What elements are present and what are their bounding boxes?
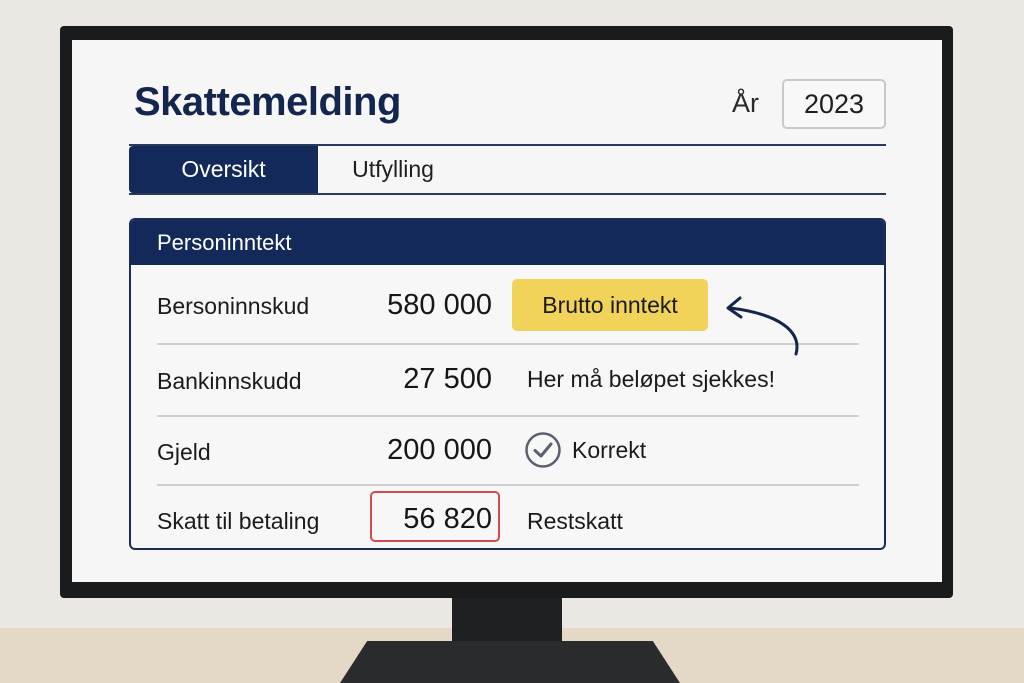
brutto-inntekt-badge: Brutto inntekt [512, 279, 708, 331]
row-note: Korrekt [572, 437, 647, 463]
curved-arrow-icon [726, 296, 799, 356]
page-title: Skattemelding [134, 80, 401, 124]
income-card: Personinntekt Bersoninnskud 580 000 Brut… [129, 218, 886, 550]
row-label: Skatt til betaling [157, 508, 320, 534]
card-title: Personinntekt [131, 220, 884, 265]
screen: Skattemelding År 2023 Oversikt Utfylling… [72, 40, 942, 582]
tab-bar: Oversikt Utfylling [129, 144, 886, 195]
row-value: 580 000 [387, 289, 492, 321]
tab-oversikt[interactable]: Oversikt [129, 146, 318, 193]
amount-highlight-box [370, 491, 500, 542]
row-value: 200 000 [387, 434, 492, 466]
row-label: Bersoninnskud [157, 293, 310, 319]
check-circle-icon [525, 432, 561, 468]
row-label: Bankinnskudd [157, 368, 302, 394]
row-label: Gjeld [157, 439, 211, 465]
tab-utfylling[interactable]: Utfylling [318, 146, 468, 193]
monitor-stand-base [340, 641, 680, 683]
year-label: År [732, 88, 759, 118]
row-divider [157, 484, 859, 486]
year-field[interactable]: 2023 [782, 79, 886, 129]
row-note: Restskatt [527, 508, 623, 534]
row-value: 27 500 [403, 363, 492, 395]
row-divider [157, 415, 859, 417]
table-row: Gjeld 200 000 Korrekt [131, 419, 884, 489]
table-row: Skatt til betaling 56 820 Restskatt [131, 488, 884, 548]
